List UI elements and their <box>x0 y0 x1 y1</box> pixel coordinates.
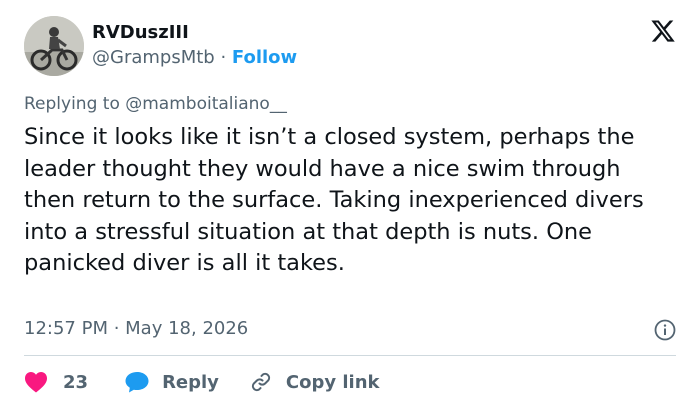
link-icon <box>249 370 273 394</box>
reply-prefix: Replying to <box>24 94 126 114</box>
author-handle-line: @GrampsMtb · Follow <box>92 45 297 71</box>
reply-button[interactable]: Reply <box>124 370 249 394</box>
author-info: RVDuszIII @GrampsMtb · Follow <box>92 21 297 71</box>
author-display-name[interactable]: RVDuszIII <box>92 21 297 45</box>
reply-label: Reply <box>162 371 219 393</box>
tweet-timestamp[interactable]: 12:57 PM · May 18, 2026 <box>24 316 248 342</box>
handle-separator: · <box>214 47 232 68</box>
tweet-date: May 18, 2026 <box>125 318 249 339</box>
action-bar: 23 Reply Copy link <box>24 366 380 398</box>
like-button[interactable]: 23 <box>24 371 124 393</box>
divider <box>24 355 676 356</box>
speech-bubble-icon <box>124 370 150 394</box>
reply-context: Replying to @mamboitaliano__ <box>24 92 287 116</box>
copy-link-button[interactable]: Copy link <box>249 370 380 394</box>
info-icon[interactable] <box>654 319 676 341</box>
meta-separator: · <box>107 318 126 339</box>
like-count: 23 <box>63 371 89 393</box>
tweet-text: Since it looks like it isn’t a closed sy… <box>24 124 644 276</box>
author-handle[interactable]: @GrampsMtb <box>92 47 215 68</box>
heart-icon <box>24 371 48 393</box>
avatar[interactable] <box>24 16 84 76</box>
x-logo-icon[interactable] <box>650 18 676 44</box>
reply-mention-link[interactable]: @mamboitaliano__ <box>125 94 287 114</box>
copy-link-label: Copy link <box>285 371 380 393</box>
tweet-time: 12:57 PM <box>24 318 108 339</box>
tweet-header: RVDuszIII @GrampsMtb · Follow <box>24 16 676 78</box>
follow-button[interactable]: Follow <box>232 47 297 68</box>
tweet-card: RVDuszIII @GrampsMtb · Follow Replying t… <box>0 0 700 410</box>
